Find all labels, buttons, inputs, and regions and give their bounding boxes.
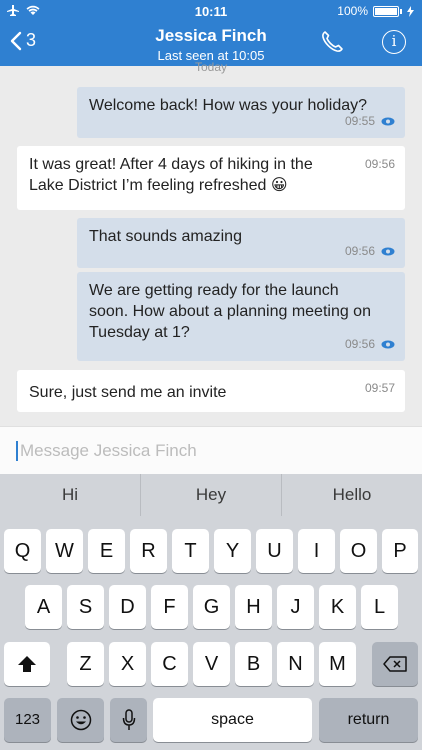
battery-percent: 100% — [337, 4, 368, 18]
key-c[interactable]: C — [151, 642, 188, 686]
info-icon: i — [391, 32, 397, 50]
seen-eye-icon — [381, 340, 395, 349]
key-y[interactable]: Y — [214, 529, 251, 573]
space-key[interactable]: space — [153, 698, 312, 742]
seen-eye-icon — [381, 117, 395, 126]
message-input[interactable] — [20, 439, 400, 463]
message-bubble-outgoing[interactable]: We are getting ready for the launch soon… — [77, 272, 405, 361]
emoji-key[interactable] — [57, 698, 104, 742]
key-f[interactable]: F — [151, 585, 188, 629]
date-separator: Today — [194, 60, 228, 74]
top-bar: 10:11 100% 3 Jessica Finch Last seen at … — [0, 0, 422, 66]
message-bubble-incoming[interactable]: Sure, just send me an invite 09:57 — [17, 370, 405, 412]
message-meta: 09:57 — [365, 378, 395, 399]
return-key[interactable]: return — [319, 698, 418, 742]
keyboard: Hi Hey Hello Q W E R T Y U I O P A S D F… — [0, 474, 422, 750]
key-j[interactable]: J — [277, 585, 314, 629]
text-cursor — [16, 441, 18, 461]
seen-eye-icon — [381, 247, 395, 256]
suggestion-bar: Hi Hey Hello — [0, 474, 422, 516]
key-z[interactable]: Z — [67, 642, 104, 686]
backspace-icon — [383, 656, 407, 672]
message-time: 09:56 — [344, 337, 375, 351]
key-k[interactable]: K — [319, 585, 356, 629]
key-v[interactable]: V — [193, 642, 230, 686]
message-text: Sure, just send me an invite — [29, 384, 227, 401]
key-s[interactable]: S — [67, 585, 104, 629]
key-r[interactable]: R — [130, 529, 167, 573]
suggestion-3[interactable]: Hello — [281, 474, 422, 516]
message-time: 09:56 — [364, 157, 395, 171]
key-w[interactable]: W — [46, 529, 83, 573]
emoji-icon — [70, 709, 91, 731]
key-i[interactable]: I — [298, 529, 335, 573]
key-o[interactable]: O — [340, 529, 377, 573]
status-right: 100% — [337, 4, 414, 18]
key-q[interactable]: Q — [4, 529, 41, 573]
key-b[interactable]: B — [235, 642, 272, 686]
battery-icon — [373, 5, 399, 17]
battery-tip — [400, 8, 402, 14]
suggestion-1[interactable]: Hi — [0, 474, 140, 516]
message-list[interactable]: Today Welcome back! How was your holiday… — [0, 60, 422, 426]
message-text: We are getting ready for the launch soon… — [89, 282, 371, 341]
key-g[interactable]: G — [193, 585, 230, 629]
info-button[interactable]: i — [382, 30, 406, 54]
key-x[interactable]: X — [109, 642, 146, 686]
message-time: 09:55 — [344, 114, 375, 128]
key-p[interactable]: P — [382, 529, 418, 573]
status-bar: 10:11 100% — [0, 0, 422, 22]
message-meta: 09:55 — [345, 111, 395, 132]
message-bubble-outgoing[interactable]: Welcome back! How was your holiday? 09:5… — [77, 87, 405, 138]
numbers-key[interactable]: 123 — [4, 698, 51, 742]
suggestion-2[interactable]: Hey — [140, 474, 281, 516]
message-meta: 09:56 — [345, 334, 395, 355]
key-n[interactable]: N — [277, 642, 314, 686]
key-u[interactable]: U — [256, 529, 293, 573]
key-l[interactable]: L — [361, 585, 398, 629]
dictation-key[interactable] — [110, 698, 147, 742]
charging-icon — [407, 5, 414, 17]
shift-key[interactable] — [4, 642, 50, 686]
microphone-icon — [122, 709, 135, 730]
phone-icon — [322, 31, 343, 52]
key-a[interactable]: A — [25, 585, 62, 629]
message-time: 09:57 — [364, 381, 395, 395]
shift-arrow-icon — [18, 656, 36, 672]
message-time: 09:56 — [344, 244, 375, 258]
message-composer — [0, 426, 422, 474]
key-e[interactable]: E — [88, 529, 125, 573]
key-t[interactable]: T — [172, 529, 209, 573]
message-text: It was great! After 4 days of hiking in … — [29, 156, 313, 194]
message-meta: 09:56 — [345, 241, 395, 262]
chat-header[interactable]: Jessica Finch Last seen at 10:05 — [0, 26, 422, 63]
call-button[interactable] — [320, 30, 344, 59]
message-bubble-incoming[interactable]: It was great! After 4 days of hiking in … — [17, 146, 405, 210]
backspace-key[interactable] — [372, 642, 418, 686]
key-h[interactable]: H — [235, 585, 272, 629]
message-meta: 09:56 — [365, 154, 395, 175]
key-m[interactable]: M — [319, 642, 356, 686]
contact-name: Jessica Finch — [155, 26, 267, 45]
message-bubble-outgoing[interactable]: That sounds amazing 09:56 — [77, 218, 405, 268]
key-d[interactable]: D — [109, 585, 146, 629]
